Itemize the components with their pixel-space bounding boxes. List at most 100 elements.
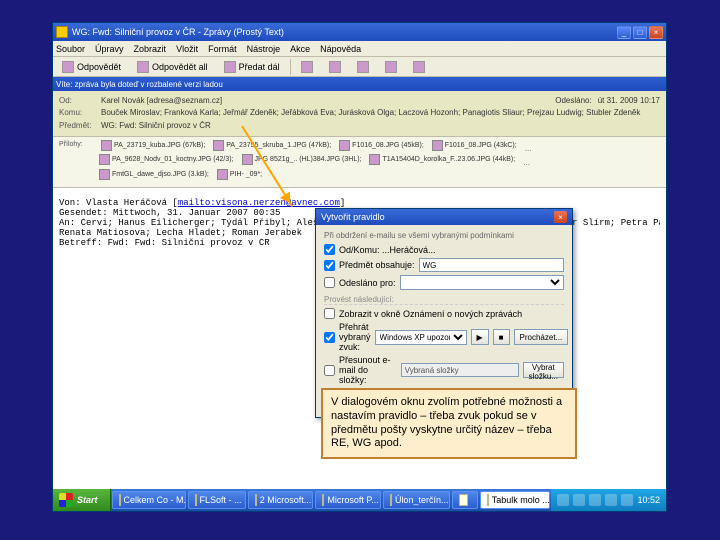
attachment-item[interactable]: F1016_08.JPG (43kC); [432,140,517,151]
taskbar: Start Celkem Co - M... FLSoft - ... 2 Mi… [53,489,666,511]
body-text: ] [340,198,345,208]
tray-icon[interactable] [621,494,633,506]
attachment-item[interactable]: T1A15404D_korolka_F..23.06.JPG (44kB); [369,154,515,165]
toolbar-more2[interactable] [379,59,403,75]
from-checkbox-label: Od/Komu: ...Heráčová... [339,245,436,255]
tray-icon[interactable] [605,494,617,506]
menu-insert[interactable]: Vložit [176,44,198,54]
task-label: Tabulk molo ... [492,495,550,505]
menubar: Soubor Úpravy Zobrazit Vložit Formát Nás… [53,41,666,57]
reply-button[interactable]: Odpovědět [56,59,127,75]
sent-value: út 31. 2009 10:17 [598,96,660,106]
reply-label: Odpovědět [77,62,121,72]
windows-flag-icon [59,493,73,507]
print-button[interactable] [295,59,319,75]
start-button[interactable]: Start [53,489,111,511]
attachments-line2: PA_9628_Nodv_01_koctny.JPG (42/3); JPG 8… [59,154,660,169]
toolbar-more1[interactable] [351,59,375,75]
attachment-item[interactable]: FmtGL_dawe_djso.JPG (3.kB); [99,169,209,180]
sent-to-select[interactable] [400,275,564,290]
menu-view[interactable]: Zobrazit [134,44,167,54]
message-header: Od: Karel Novák [adresa@seznam.cz] Odesl… [53,91,666,137]
sound-stop-button[interactable]: ■ [493,329,510,345]
menu-help[interactable]: Nápověda [320,44,361,54]
task-label: Microsoft P... [327,495,378,505]
move-icon [385,61,397,73]
attachments-line3: FmtGL_dawe_djso.JPG (3.kB); PIH- _09*; [59,169,660,184]
task-item[interactable]: Úlon_terčín... [383,491,450,509]
sound-select[interactable]: Windows XP upozor... [375,330,467,345]
forward-label: Předat dál [239,62,280,72]
task-item[interactable]: Celkem Co - M... [112,491,186,509]
app-task-icon [390,494,392,506]
folder-display [401,363,519,377]
from-checkbox[interactable] [324,244,335,255]
attachment-item[interactable]: F1016_programme_knihy_GB (46kB); [525,140,656,151]
task-item-active[interactable]: Tabulk molo ... [480,491,551,509]
attachment-item[interactable]: PA_23755_skruba_1.JPG (47kB); [213,140,331,151]
attachment-item[interactable]: PA_23719_kuba.JPG (67kB); [101,140,205,151]
window-buttons: _ □ × [617,26,663,39]
task-item[interactable]: Microsoft P... [315,491,381,509]
alert-checkbox[interactable] [324,308,335,319]
reply-all-label: Odpovědět all [152,62,208,72]
task-item[interactable]: 2 Microsoft... [248,491,314,509]
toolbar-more3[interactable] [407,59,431,75]
callout-text: V dialogovém oknu zvolím potřebné možnos… [331,396,562,449]
minimize-button[interactable]: _ [617,26,631,39]
toolbar: Odpovědět Odpovědět all Předat dál [53,57,666,77]
menu-file[interactable]: Soubor [56,44,85,54]
move-checkbox[interactable] [324,365,335,376]
banner-label: Víte: zpráva byla doteď v rozbalené verz… [56,80,223,89]
task-item[interactable] [452,491,478,509]
move-label: Přesunout e-mail do složky: [339,355,397,385]
dialog-titlebar: Vytvořit pravidlo × [316,209,572,225]
start-label: Start [77,495,98,505]
task-label: 2 Microsoft... [260,495,312,505]
subject-input[interactable] [419,258,564,272]
email-link[interactable]: mailto:visona.nerzen@avnec.com [178,198,340,208]
sound-checkbox[interactable] [324,332,335,343]
sent-to-checkbox[interactable] [324,277,335,288]
window-title: WG: Fwd: Silniční provoz v ČR - Zprávy (… [72,27,617,37]
subject-checkbox-label: Předmět obsahuje: [339,260,415,270]
close-button[interactable]: × [649,26,663,39]
dialog-caption: Při obdržení e-mailu se všemi vybranými … [324,231,564,240]
menu-edit[interactable]: Úpravy [95,44,124,54]
dialog-close-button[interactable]: × [554,211,567,223]
attachment-item[interactable]: PIH- _09*; [217,169,262,180]
reply-all-icon [137,61,149,73]
attachment-item[interactable]: PIH.4978.JPG070_withs.JPG (44kB); [523,154,652,165]
menu-actions[interactable]: Akce [290,44,310,54]
tray-icon[interactable] [557,494,569,506]
dialog-title: Vytvořit pravidlo [321,212,385,222]
task-item[interactable]: FLSoft - ... [188,491,246,509]
flag-icon [357,61,369,73]
sound-play-button[interactable]: ▶ [471,329,489,345]
menu-format[interactable]: Formát [208,44,237,54]
reply-all-button[interactable]: Odpovědět all [131,59,214,75]
subject-checkbox[interactable] [324,260,335,271]
subject-value: WG: Fwd: Silniční provoz v ČR [101,121,660,131]
subject-label: Předmět: [59,121,95,131]
delete-button[interactable] [323,59,347,75]
tray-icon[interactable] [573,494,585,506]
attachment-item[interactable]: F1016_08.JPG (45kB); [339,140,424,151]
actions-group-label: Provést následující: [324,295,564,305]
system-tray: 10:52 [551,489,666,511]
menu-tools[interactable]: Nástroje [247,44,281,54]
choose-folder-button[interactable]: Vybrat složku... [523,362,564,378]
to-label: Komu: [59,108,95,118]
tray-icon[interactable] [589,494,601,506]
browse-button[interactable]: Procházet... [514,329,569,345]
app-task-icon [119,494,121,506]
attachment-item[interactable]: PA_9628_Nodv_01_koctny.JPG (42/3); [99,154,234,165]
attachments-label: Přílohy: [59,140,95,154]
app-icon [56,26,68,38]
task-label: FLSoft - ... [200,495,242,505]
forward-button[interactable]: Předat dál [218,59,286,75]
clock[interactable]: 10:52 [637,495,660,505]
app-task-icon [459,494,468,506]
maximize-button[interactable]: □ [633,26,647,39]
app-window: WG: Fwd: Silniční provoz v ČR - Zprávy (… [52,22,667,512]
